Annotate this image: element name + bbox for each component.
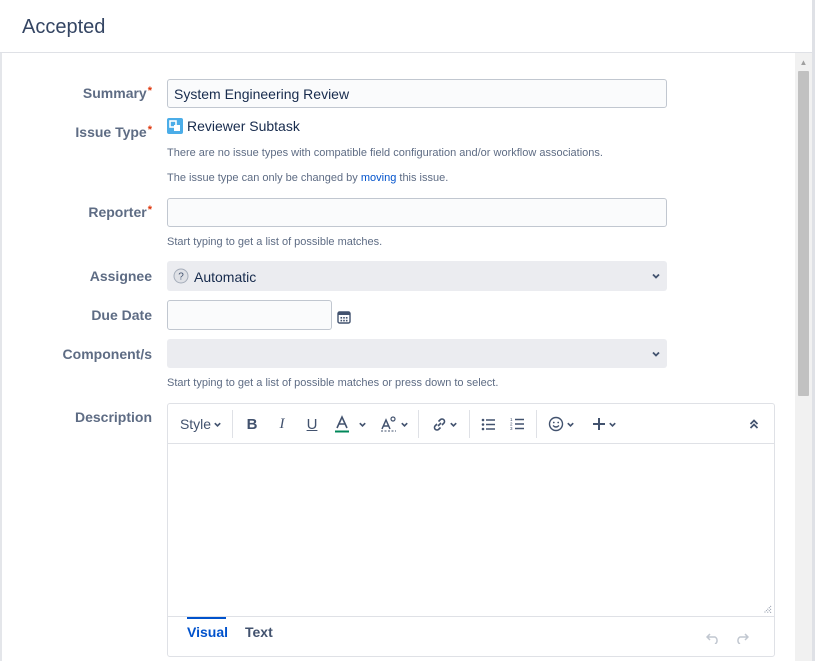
scrollbar[interactable]: ▲ <box>795 53 812 661</box>
assignee-select[interactable]: ? Automatic <box>167 261 667 291</box>
summary-label: Summary* <box>82 85 152 101</box>
undo-icon[interactable] <box>706 633 720 644</box>
description-editor[interactable]: Style B I U 123 Visual Text <box>167 403 775 657</box>
style-dropdown[interactable]: Style <box>179 413 223 435</box>
components-help: Start typing to get a list of possible m… <box>167 377 499 389</box>
underline-icon[interactable]: U <box>302 413 322 435</box>
tab-visual[interactable]: Visual <box>187 624 228 640</box>
tab-text[interactable]: Text <box>245 624 273 640</box>
dialog-edge-left <box>0 53 2 661</box>
issue-type-text: Reviewer Subtask <box>187 118 300 134</box>
unknown-user-avatar-icon: ? <box>173 268 189 284</box>
link-dropdown[interactable] <box>428 413 460 435</box>
svg-text:?: ? <box>178 272 184 283</box>
required-marker: * <box>147 124 152 136</box>
clear-formatting-icon <box>380 416 396 432</box>
svg-text:3: 3 <box>510 426 513 431</box>
subtask-icon <box>167 118 183 134</box>
insert-more-dropdown[interactable] <box>589 413 619 435</box>
moving-link[interactable]: moving <box>361 172 396 184</box>
due-date-input[interactable] <box>167 300 332 330</box>
collapse-toolbar-icon[interactable] <box>744 413 764 435</box>
text-formatting-dropdown[interactable] <box>378 413 410 435</box>
toolbar-separator <box>418 410 419 438</box>
chevron-down-icon <box>214 422 221 427</box>
chevron-down-icon <box>652 273 660 279</box>
issue-type-help: There are no issue types with compatible… <box>167 147 603 159</box>
emoticon-dropdown[interactable] <box>545 413 577 435</box>
required-marker: * <box>147 204 152 216</box>
toolbar-separator <box>469 410 470 438</box>
assignee-label: Assignee <box>89 268 152 284</box>
due-date-label: Due Date <box>91 307 152 323</box>
text-color-icon[interactable] <box>331 413 353 435</box>
description-label: Description <box>74 409 152 425</box>
dialog-title: Accepted <box>22 16 106 38</box>
link-icon <box>433 417 445 431</box>
issue-type-value: Reviewer Subtask <box>167 117 300 135</box>
assignee-value: Automatic <box>194 269 257 285</box>
bold-icon[interactable]: B <box>242 413 262 435</box>
scroll-up-arrow-icon[interactable]: ▲ <box>795 56 812 70</box>
chevron-down-icon <box>652 351 660 357</box>
issue-type-label: Issue Type* <box>75 124 152 140</box>
reporter-label: Reporter* <box>88 204 152 220</box>
numbered-list-icon[interactable]: 123 <box>507 413 527 435</box>
summary-input[interactable] <box>167 79 667 108</box>
editor-mode-tabs: Visual Text <box>168 616 774 656</box>
issue-type-move-help: The issue type can only be changed by mo… <box>167 172 449 184</box>
components-label: Component/s <box>62 346 152 362</box>
dialog-header: Accepted <box>0 0 812 53</box>
active-tab-indicator <box>187 617 226 619</box>
scroll-thumb[interactable] <box>798 71 809 396</box>
toolbar-separator <box>536 410 537 438</box>
editor-toolbar: Style B I U 123 <box>168 404 774 444</box>
smiley-icon <box>548 416 563 432</box>
bullet-list-icon[interactable] <box>478 413 498 435</box>
calendar-icon[interactable] <box>337 310 351 324</box>
required-marker: * <box>147 85 152 97</box>
toolbar-separator <box>232 410 233 438</box>
text-color-chevron-icon[interactable] <box>356 413 368 435</box>
reporter-help: Start typing to get a list of possible m… <box>167 236 383 248</box>
resize-grip-icon[interactable] <box>763 605 772 614</box>
redo-icon[interactable] <box>735 633 749 644</box>
plus-icon <box>592 418 605 430</box>
italic-icon[interactable]: I <box>272 413 292 435</box>
reporter-input[interactable] <box>167 198 667 227</box>
components-select[interactable] <box>167 339 667 368</box>
